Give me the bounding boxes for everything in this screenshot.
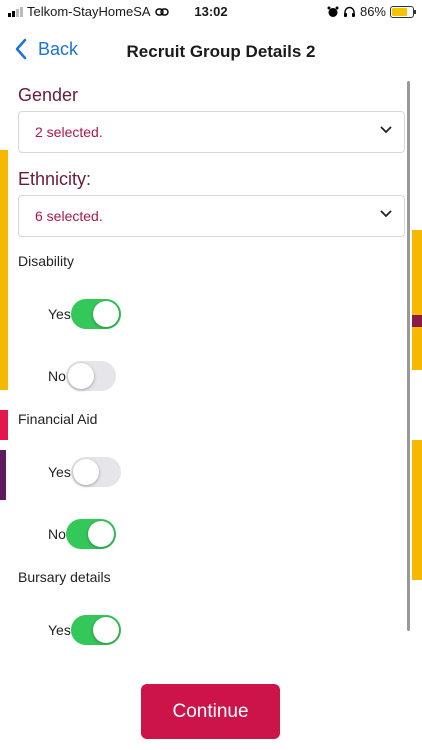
ethnicity-select-value: 6 selected. bbox=[35, 208, 103, 224]
financial-aid-label: Financial Aid bbox=[18, 411, 98, 427]
bursary-yes-label: Yes bbox=[48, 622, 71, 638]
bursary-label: Bursary details bbox=[18, 569, 111, 585]
scrollbar[interactable] bbox=[407, 81, 410, 631]
headphones-icon bbox=[343, 6, 355, 17]
disability-no-toggle[interactable] bbox=[65, 361, 116, 391]
gender-label: Gender bbox=[18, 85, 79, 105]
financial-aid-no-toggle[interactable] bbox=[65, 519, 116, 549]
alarm-icon bbox=[327, 6, 339, 17]
right-decoration bbox=[412, 230, 422, 580]
form-content: Gender 2 selected. Ethnicity: 6 selected… bbox=[8, 72, 410, 645]
ethnicity-select[interactable]: 6 selected. bbox=[18, 195, 405, 237]
disability-yes-toggle[interactable] bbox=[70, 299, 121, 329]
disability-label: Disability bbox=[18, 253, 75, 269]
gender-select-value: 2 selected. bbox=[35, 124, 103, 140]
continue-button[interactable]: Continue bbox=[141, 684, 280, 739]
chevron-down-icon bbox=[380, 126, 392, 134]
disability-yes-row: Yes bbox=[48, 299, 121, 329]
disability-yes-label: Yes bbox=[48, 306, 71, 322]
status-bar: Telkom-StayHomeSA 13:02 86% bbox=[0, 0, 422, 22]
financial-aid-yes-label: Yes bbox=[48, 464, 71, 480]
page-title: Recruit Group Details 2 bbox=[0, 42, 422, 62]
battery-icon bbox=[390, 5, 416, 18]
financial-aid-yes-row: Yes bbox=[48, 457, 121, 487]
ethnicity-label: Ethnicity: bbox=[18, 169, 92, 189]
financial-aid-no-label: No bbox=[48, 526, 66, 542]
bursary-yes-row: Yes bbox=[48, 615, 121, 645]
page-title-text: Recruit Group Details 2 bbox=[126, 42, 316, 61]
status-right: 86% bbox=[327, 4, 416, 19]
disability-no-label: No bbox=[48, 368, 66, 384]
financial-aid-yes-toggle[interactable] bbox=[70, 457, 121, 487]
bursary-yes-toggle[interactable] bbox=[70, 615, 121, 645]
nav-bar: Back Recruit Group Details 2 bbox=[0, 26, 422, 78]
gender-select[interactable]: 2 selected. bbox=[18, 111, 405, 153]
chevron-down-icon bbox=[380, 210, 392, 218]
battery-percent: 86% bbox=[359, 4, 386, 19]
disability-no-row: No bbox=[48, 361, 116, 391]
financial-aid-no-row: No bbox=[48, 519, 116, 549]
